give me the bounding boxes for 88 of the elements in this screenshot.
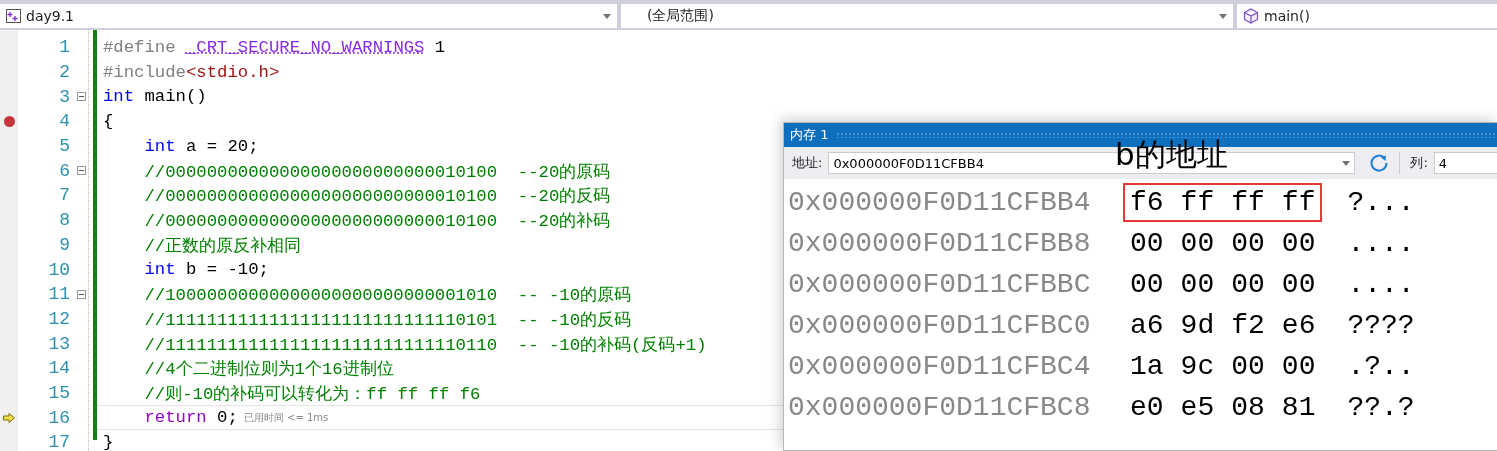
code-line: //正数的原反补相同 (143, 235, 302, 257)
line-number: 1 (59, 37, 70, 58)
memory-address: 0x000000F0D11CFBC4 (788, 351, 1092, 382)
byte-value: 08 (1231, 392, 1265, 423)
ascii-text: .... (1347, 228, 1415, 259)
byte-value: 00 (1231, 351, 1265, 382)
code-line: int a = 20; (143, 136, 259, 156)
byte-value: e5 (1180, 392, 1215, 423)
memory-address: 0x000000F0D11CFBBC (788, 269, 1092, 300)
code-line: return 0; (143, 408, 238, 428)
line-number: 5 (59, 136, 70, 157)
cube-icon (1243, 8, 1259, 24)
ascii-text: .?.. (1347, 351, 1415, 382)
byte-value: 00 (1130, 228, 1164, 259)
line-number: 14 (48, 358, 70, 379)
memory-address: 0x000000F0D11CFBC0 (788, 310, 1092, 341)
code-line: //11111111111111111111111111110110 -- -10的补码(反码+1) (143, 334, 707, 356)
code-line: //00000000000000000000000000010100 --20的反码 (143, 186, 611, 208)
byte-value: 00 (1130, 269, 1164, 300)
byte-value: 9d (1180, 310, 1215, 341)
window-title: 内存 1 (790, 126, 829, 144)
ascii-text: ?... (1347, 187, 1415, 218)
breakpoint-dot[interactable] (4, 115, 15, 127)
byte-value: ff (1231, 187, 1265, 218)
line-number: 13 (48, 333, 70, 354)
code-line: //10000000000000000000000000001010 -- -10的原码 (143, 285, 632, 307)
line-number: 3 (59, 86, 70, 107)
code-line: { (103, 111, 114, 131)
byte-value: f2 (1231, 310, 1265, 341)
line-number: 11 (48, 284, 70, 305)
code-line: //00000000000000000000000000010100 --20的补码 (143, 211, 611, 233)
memory-address: 0x000000F0D11CFBB8 (788, 228, 1092, 259)
collapse-icon[interactable] (77, 166, 86, 176)
line-number: 16 (48, 407, 70, 428)
line-number: 12 (48, 308, 70, 329)
code-line: //00000000000000000000000000010100 --20的原码 (143, 161, 611, 183)
line-number: 10 (48, 259, 70, 280)
columns-label: 列: (1410, 154, 1428, 172)
elapsed-time-hint: 已用时间 <= 1ms (243, 410, 329, 425)
line-number: 17 (48, 432, 70, 451)
byte-value: ff (1180, 187, 1215, 218)
byte-value: ff (1281, 187, 1316, 218)
code-line: int main() (103, 87, 207, 107)
byte-value: 00 (1281, 228, 1316, 259)
byte-value: 1a (1130, 351, 1164, 382)
project-dropdown[interactable]: day9.1 (0, 4, 617, 28)
collapse-icon[interactable] (77, 92, 86, 102)
line-number: 6 (59, 160, 70, 181)
code-line: //则-10的补码可以转化为：ff ff ff f6 (143, 383, 481, 405)
dropdown-caret-icon (1219, 13, 1227, 19)
byte-value: f6 (1130, 187, 1164, 218)
address-label: 地址: (792, 154, 823, 172)
byte-value: 00 (1231, 269, 1265, 300)
byte-value: 00 (1231, 228, 1265, 259)
dropdown-caret-icon (1342, 160, 1351, 166)
byte-value: a6 (1130, 310, 1164, 341)
byte-value: 00 (1180, 269, 1215, 300)
scope-dropdown[interactable]: (全局范围) (621, 4, 1233, 28)
memory-address: 0x000000F0D11CFBB4 (788, 187, 1092, 218)
code-line: //4个二进制位则为1个16进制位 (143, 359, 394, 381)
line-number: 8 (59, 210, 70, 231)
collapse-icon[interactable] (77, 289, 86, 299)
dropdown-caret-icon (603, 13, 611, 19)
ascii-text: .... (1347, 269, 1415, 300)
line-number: 9 (59, 234, 70, 255)
code-line: int b = -10; (143, 260, 269, 280)
code-line: #include<stdio.h> (103, 62, 280, 82)
byte-value: 00 (1281, 351, 1316, 382)
byte-value: 00 (1180, 228, 1215, 259)
columns-field[interactable]: 4 (1433, 152, 1497, 174)
line-number: 15 (48, 382, 70, 403)
ascii-text: ???? (1347, 310, 1415, 341)
project-icon (6, 9, 21, 23)
line-number: 2 (59, 62, 70, 83)
byte-value: 00 (1281, 269, 1316, 300)
byte-value: 9c (1180, 351, 1215, 382)
code-line: //11111111111111111111111111110101 -- -10的反码 (143, 309, 632, 331)
memory-address: 0x000000F0D11CFBC8 (788, 392, 1092, 423)
byte-value: 81 (1281, 392, 1316, 423)
line-number: 7 (59, 185, 70, 206)
line-number: 4 (59, 111, 70, 132)
code-line: #define _CRT_SECURE_NO_WARNINGS 1 (103, 37, 446, 57)
code-line: } (103, 432, 114, 451)
ascii-text: ??.? (1347, 392, 1415, 423)
byte-value: e6 (1281, 310, 1316, 341)
function-dropdown[interactable]: main() (1237, 4, 1497, 28)
refresh-icon[interactable] (1369, 153, 1390, 173)
byte-value: e0 (1130, 392, 1164, 423)
